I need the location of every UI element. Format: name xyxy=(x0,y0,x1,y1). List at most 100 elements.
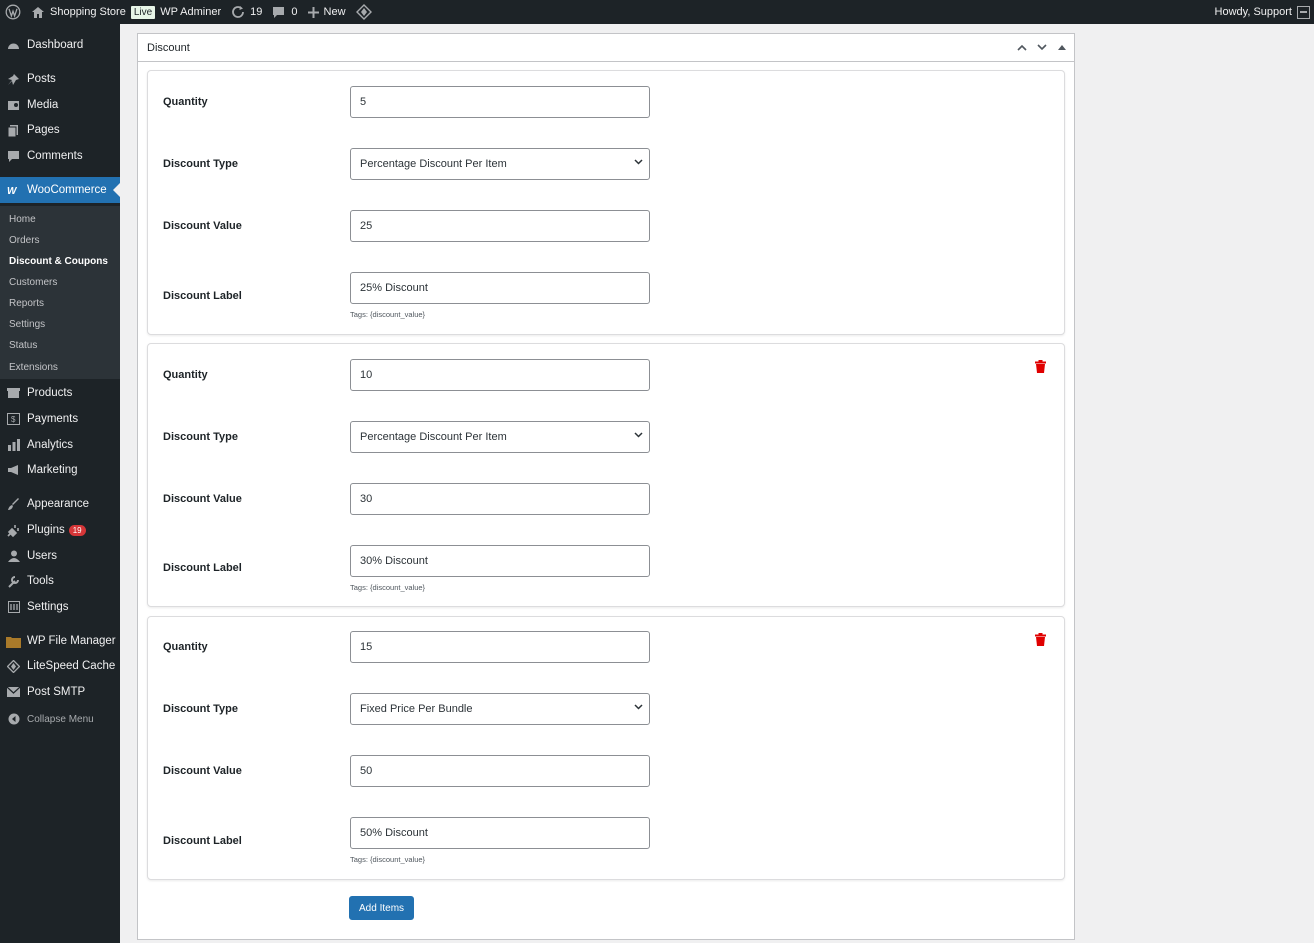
litespeed-toolbar-icon[interactable] xyxy=(351,0,377,24)
admin-sidebar: Dashboard Posts Media Pages Comments W W… xyxy=(0,24,120,943)
discount-type-select[interactable]: Percentage Discount Per Item xyxy=(350,421,650,453)
discount-value-input[interactable]: 50 xyxy=(350,755,650,787)
avatar xyxy=(1297,5,1310,19)
discount-label-input[interactable]: 25% Discount xyxy=(350,272,650,304)
svg-text:W: W xyxy=(7,186,18,195)
plus-icon xyxy=(307,6,319,18)
discount-type-label: Discount Type xyxy=(163,431,238,443)
tags-hint: Tags: {discount_value} xyxy=(350,583,426,592)
collapse-arrow-icon xyxy=(0,713,27,725)
discount-label-value: 25% Discount xyxy=(360,282,428,294)
menu-pages[interactable]: Pages xyxy=(0,117,120,143)
file-manager-icon xyxy=(0,635,27,648)
pushpin-icon xyxy=(0,73,27,86)
wrench-icon xyxy=(0,575,27,588)
submenu-orders[interactable]: Orders xyxy=(9,230,40,251)
menu-tools[interactable]: Tools xyxy=(0,568,120,594)
menu-products[interactable]: Products xyxy=(0,380,120,406)
svg-text:$: $ xyxy=(11,415,16,424)
new-content-link[interactable]: New xyxy=(303,0,351,24)
discount-type-select[interactable]: Fixed Price Per Bundle xyxy=(350,693,650,725)
submenu-customers[interactable]: Customers xyxy=(9,272,57,293)
menu-dashboard-label: Dashboard xyxy=(27,39,84,51)
menu-dashboard[interactable]: Dashboard xyxy=(0,32,120,58)
trash-icon[interactable] xyxy=(1035,360,1046,376)
menu-litespeed-cache[interactable]: LiteSpeed Cache xyxy=(0,653,120,679)
home-icon xyxy=(31,6,45,19)
discount-value-label: Discount Value xyxy=(163,493,242,505)
chevron-down-icon xyxy=(634,159,643,165)
litespeed-icon xyxy=(0,659,27,673)
discount-label-input[interactable]: 30% Discount xyxy=(350,545,650,577)
products-icon xyxy=(0,387,27,399)
menu-settings-label: Settings xyxy=(27,601,69,613)
chevron-up-icon xyxy=(1017,44,1027,51)
menu-marketing-label: Marketing xyxy=(27,464,78,476)
discount-item-card: Quantity 15 Discount Type Fixed Price Pe… xyxy=(147,616,1065,880)
submenu-settings[interactable]: Settings xyxy=(9,314,45,335)
menu-comments[interactable]: Comments xyxy=(0,143,120,169)
menu-woocommerce[interactable]: W WooCommerce xyxy=(0,177,120,203)
updates-link[interactable]: 19 xyxy=(226,0,267,24)
menu-plugins[interactable]: Plugins 19 xyxy=(0,517,120,543)
move-down-button[interactable] xyxy=(1034,40,1050,56)
submenu-extensions[interactable]: Extensions xyxy=(9,357,58,378)
analytics-icon xyxy=(0,439,27,451)
media-icon xyxy=(0,99,27,112)
discount-value-input[interactable]: 30 xyxy=(350,483,650,515)
menu-users[interactable]: Users xyxy=(0,543,120,569)
discount-value-value: 50 xyxy=(360,765,373,777)
submenu-discount-coupons[interactable]: Discount & Coupons xyxy=(9,251,108,272)
menu-litespeed-cache-label: LiteSpeed Cache xyxy=(27,660,116,672)
quantity-input[interactable]: 5 xyxy=(350,86,650,118)
menu-post-smtp[interactable]: Post SMTP xyxy=(0,679,120,705)
quantity-input[interactable]: 10 xyxy=(350,359,650,391)
collapse-menu-button[interactable]: Collapse Menu xyxy=(0,706,120,732)
discount-type-value: Percentage Discount Per Item xyxy=(360,158,507,170)
account-menu[interactable]: Howdy, Support xyxy=(1210,0,1314,24)
move-up-button[interactable] xyxy=(1014,40,1030,56)
toggle-panel-button[interactable] xyxy=(1054,40,1070,56)
menu-posts[interactable]: Posts xyxy=(0,66,120,92)
paintbrush-icon xyxy=(0,497,27,511)
comments-link[interactable]: 0 xyxy=(267,0,302,24)
wordpress-logo-icon[interactable] xyxy=(0,0,26,24)
dashboard-icon xyxy=(0,39,27,52)
new-label: New xyxy=(323,6,346,18)
chevron-down-icon xyxy=(634,432,643,438)
menu-media[interactable]: Media xyxy=(0,92,120,118)
menu-tools-label: Tools xyxy=(27,575,54,587)
submenu-status[interactable]: Status xyxy=(9,335,37,356)
menu-post-smtp-label: Post SMTP xyxy=(27,686,86,698)
menu-marketing[interactable]: Marketing xyxy=(0,457,120,483)
discount-type-label: Discount Type xyxy=(163,703,238,715)
menu-products-label: Products xyxy=(27,387,73,399)
quantity-input[interactable]: 15 xyxy=(350,631,650,663)
menu-payments[interactable]: $ Payments xyxy=(0,406,120,432)
plugin-icon xyxy=(0,524,27,537)
wp-adminer-link[interactable]: WP Adminer xyxy=(155,0,226,24)
menu-settings[interactable]: Settings xyxy=(0,594,120,620)
discount-type-value: Fixed Price Per Bundle xyxy=(360,703,473,715)
menu-posts-label: Posts xyxy=(27,73,56,85)
howdy-text: Howdy, Support xyxy=(1214,6,1292,18)
quantity-label: Quantity xyxy=(163,369,208,381)
quantity-value: 5 xyxy=(360,96,367,108)
discount-value-label: Discount Value xyxy=(163,765,242,777)
submenu-reports[interactable]: Reports xyxy=(9,293,44,314)
comment-bubble-icon xyxy=(272,6,285,19)
menu-wp-file-manager[interactable]: WP File Manager xyxy=(0,628,120,654)
menu-appearance[interactable]: Appearance xyxy=(0,491,120,517)
discount-label-input[interactable]: 50% Discount xyxy=(350,817,650,849)
menu-comments-label: Comments xyxy=(27,150,83,162)
site-name-link[interactable]: Shopping Store xyxy=(26,0,131,24)
menu-analytics[interactable]: Analytics xyxy=(0,432,120,458)
site-name: Shopping Store xyxy=(50,6,126,18)
submenu-home[interactable]: Home xyxy=(9,209,36,230)
trash-icon[interactable] xyxy=(1035,633,1046,649)
discount-value-input[interactable]: 25 xyxy=(350,210,650,242)
add-items-button[interactable]: Add Items xyxy=(349,896,415,920)
envelope-icon xyxy=(0,687,27,697)
chevron-down-icon xyxy=(1037,44,1047,51)
discount-type-select[interactable]: Percentage Discount Per Item xyxy=(350,148,650,180)
